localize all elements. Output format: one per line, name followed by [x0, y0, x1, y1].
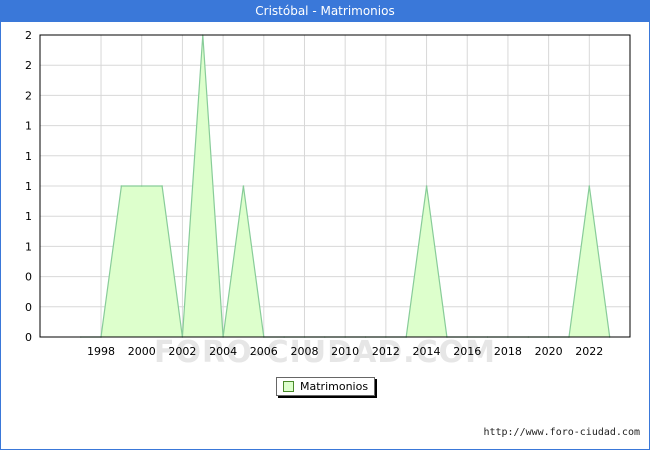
x-tick-label: 2002 [168, 345, 196, 358]
y-tick-label: 2 [25, 29, 32, 42]
y-tick-label: 2 [25, 59, 32, 72]
source-link[interactable]: http://www.foro-ciudad.com [483, 427, 640, 438]
y-tick-label: 1 [25, 240, 32, 253]
y-tick-label: 1 [25, 180, 32, 193]
x-tick-label: 2006 [250, 345, 278, 358]
y-tick-label: 1 [25, 150, 32, 163]
legend-label: Matrimonios [300, 380, 369, 393]
data-point [242, 185, 245, 187]
y-tick-label: 2 [25, 89, 32, 102]
x-tick-label: 2016 [453, 345, 481, 358]
data-point [588, 185, 591, 187]
data-point [161, 185, 163, 187]
y-tick-label: 1 [25, 210, 32, 223]
y-tick-label: 0 [25, 331, 32, 344]
data-point [120, 185, 123, 187]
y-tick-label: 1 [25, 120, 32, 133]
y-tick-label: 0 [25, 301, 32, 314]
data-point [425, 185, 428, 187]
x-tick-label: 2012 [372, 345, 400, 358]
legend-swatch [283, 381, 294, 392]
x-tick-label: 2014 [413, 345, 441, 358]
data-point [140, 185, 143, 187]
legend: Matrimonios [276, 377, 376, 396]
y-tick-label: 0 [25, 271, 32, 284]
x-tick-label: 2010 [331, 345, 359, 358]
x-tick-label: 2020 [535, 345, 563, 358]
x-tick-label: 2018 [494, 345, 522, 358]
x-tick-label: 2000 [128, 345, 156, 358]
x-tick-label: 2008 [290, 345, 318, 358]
x-tick-label: 1998 [87, 345, 115, 358]
x-tick-label: 2022 [575, 345, 603, 358]
x-tick-label: 2004 [209, 345, 237, 358]
